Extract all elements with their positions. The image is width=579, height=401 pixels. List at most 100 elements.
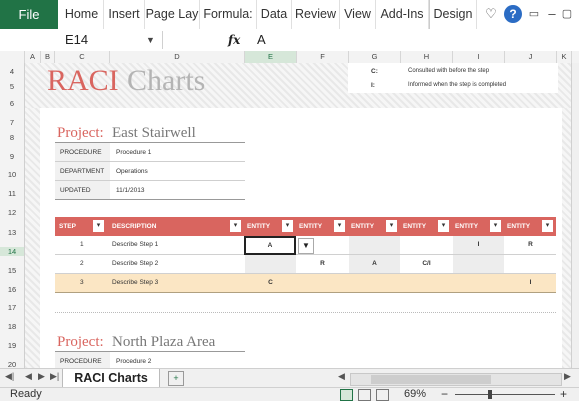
scroll-right-icon[interactable]: ▶ xyxy=(564,371,571,382)
first-sheet-icon[interactable]: ◀| xyxy=(5,371,14,382)
page-layout-view-icon[interactable] xyxy=(358,389,371,401)
zoom-slider-thumb[interactable] xyxy=(488,390,492,399)
column-title-entity: ENTITY xyxy=(455,223,479,230)
page-break-view-icon[interactable] xyxy=(376,389,389,401)
step-description[interactable]: Describe Step 2 xyxy=(112,255,158,273)
row-header[interactable]: 13 xyxy=(0,228,24,237)
row-header[interactable]: 18 xyxy=(0,322,24,331)
raci-cell[interactable]: C xyxy=(245,274,296,292)
name-box-value: E14 xyxy=(65,32,89,47)
filter-dropdown-icon[interactable]: ▾ xyxy=(334,220,345,232)
column-header[interactable]: K xyxy=(557,51,572,63)
raci-cell[interactable] xyxy=(297,274,348,292)
raci-cell[interactable] xyxy=(401,236,452,254)
column-header[interactable]: G xyxy=(349,51,401,63)
scroll-left-icon[interactable]: ◀ xyxy=(338,371,345,382)
row-header[interactable]: 12 xyxy=(0,208,24,217)
raci-cell[interactable]: C/I xyxy=(401,255,452,273)
raci-cell[interactable]: A xyxy=(349,255,400,273)
column-header[interactable]: A xyxy=(25,51,41,63)
step-description[interactable]: Describe Step 3 xyxy=(112,274,158,292)
column-header[interactable]: E xyxy=(245,51,297,63)
column-header[interactable]: C xyxy=(55,51,110,63)
column-header[interactable]: H xyxy=(401,51,453,63)
row-header[interactable]: 15 xyxy=(0,266,24,275)
select-all-corner[interactable] xyxy=(0,51,25,63)
row-header[interactable]: 4 xyxy=(0,67,24,76)
row-header[interactable]: 16 xyxy=(0,285,24,294)
new-sheet-icon[interactable]: + xyxy=(168,371,184,386)
normal-view-icon[interactable] xyxy=(340,389,353,401)
tab-formulas[interactable]: Formula: xyxy=(200,0,257,29)
active-cell[interactable]: A xyxy=(244,236,296,255)
legend-text: Informed when the step is completed xyxy=(408,82,507,88)
tab-design[interactable]: Design xyxy=(429,0,477,29)
row-header[interactable]: 17 xyxy=(0,303,24,312)
row-header[interactable]: 6 xyxy=(0,99,24,108)
raci-cell[interactable]: I xyxy=(453,236,504,254)
zoom-level[interactable]: 69% xyxy=(404,388,426,401)
last-sheet-icon[interactable]: ▶| xyxy=(50,371,59,382)
filter-dropdown-icon[interactable]: ▾ xyxy=(93,220,104,232)
row-header[interactable]: 11 xyxy=(0,189,24,198)
raci-cell[interactable]: I xyxy=(505,274,556,292)
file-tab[interactable]: File xyxy=(0,0,58,29)
row-header[interactable]: 9 xyxy=(0,152,24,161)
column-header[interactable]: I xyxy=(453,51,505,63)
zoom-out-icon[interactable]: − xyxy=(441,388,448,401)
tab-page-layout[interactable]: Page Lay xyxy=(145,0,200,29)
column-header[interactable]: F xyxy=(297,51,349,63)
column-header[interactable]: D xyxy=(110,51,245,63)
row-header[interactable]: 10 xyxy=(0,170,24,179)
formula-input[interactable]: A xyxy=(257,29,266,51)
filter-dropdown-icon[interactable]: ▾ xyxy=(438,220,449,232)
meta-value: 11/1/2013 xyxy=(116,187,145,194)
column-header[interactable]: J xyxy=(505,51,557,63)
zoom-slider[interactable] xyxy=(455,394,555,395)
scrollbar-thumb[interactable] xyxy=(371,375,491,384)
filter-dropdown-icon[interactable]: ▾ xyxy=(230,220,241,232)
raci-cell[interactable] xyxy=(245,255,296,273)
raci-cell[interactable] xyxy=(453,255,504,273)
zoom-in-icon[interactable]: + xyxy=(560,388,567,401)
raci-cell[interactable]: A xyxy=(246,237,294,255)
prev-sheet-icon[interactable]: ◀ xyxy=(25,371,32,382)
heart-icon[interactable]: ♡ xyxy=(482,5,500,23)
row-header[interactable]: 8 xyxy=(0,133,24,142)
name-box[interactable]: E14 ▼ xyxy=(0,29,160,51)
row-header[interactable]: 5 xyxy=(0,82,24,91)
row-header[interactable]: 19 xyxy=(0,341,24,350)
tab-add-ins[interactable]: Add-Ins xyxy=(376,0,429,29)
chevron-down-icon[interactable]: ▼ xyxy=(146,29,155,51)
raci-cell[interactable]: R xyxy=(297,255,348,273)
sheet-tab-raci-charts[interactable]: RACI Charts xyxy=(62,369,160,388)
row-header[interactable]: 14 xyxy=(0,247,24,256)
horizontal-scrollbar[interactable] xyxy=(350,373,562,386)
raci-cell[interactable] xyxy=(349,236,400,254)
raci-cell[interactable] xyxy=(453,274,504,292)
raci-cell[interactable] xyxy=(349,274,400,292)
raci-cell[interactable] xyxy=(505,255,556,273)
column-header[interactable]: B xyxy=(41,51,55,63)
validation-dropdown-icon[interactable]: ▼ xyxy=(298,238,314,254)
next-sheet-icon[interactable]: ▶ xyxy=(38,371,45,382)
vertical-scrollbar[interactable] xyxy=(571,63,579,368)
restore-icon[interactable]: ▢ xyxy=(558,5,576,23)
raci-cell[interactable]: R xyxy=(505,236,556,254)
tab-data[interactable]: Data xyxy=(257,0,292,29)
filter-dropdown-icon[interactable]: ▾ xyxy=(282,220,293,232)
tab-review[interactable]: Review xyxy=(292,0,340,29)
filter-dropdown-icon[interactable]: ▾ xyxy=(542,220,553,232)
column-title-entity: ENTITY xyxy=(403,223,427,230)
row-header[interactable]: 7 xyxy=(0,118,24,127)
tab-insert[interactable]: Insert xyxy=(104,0,145,29)
filter-dropdown-icon[interactable]: ▾ xyxy=(490,220,501,232)
ribbon-options-icon[interactable]: ▭ xyxy=(525,5,543,23)
help-icon[interactable]: ? xyxy=(504,5,522,23)
filter-dropdown-icon[interactable]: ▾ xyxy=(386,220,397,232)
fx-icon[interactable]: fx xyxy=(228,29,240,51)
tab-view[interactable]: View xyxy=(340,0,376,29)
step-description[interactable]: Describe Step 1 xyxy=(112,236,158,254)
raci-cell[interactable] xyxy=(401,274,452,292)
tab-home[interactable]: Home xyxy=(60,0,104,29)
